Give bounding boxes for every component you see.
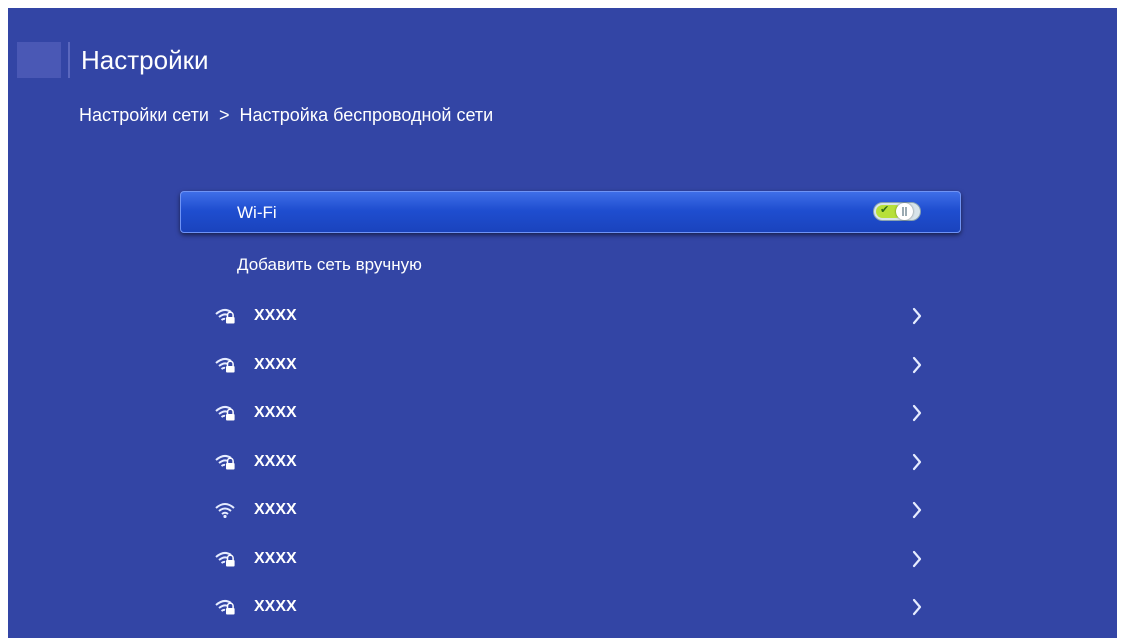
wifi-lock-icon bbox=[215, 551, 235, 567]
chevron-right-icon bbox=[912, 307, 922, 325]
network-name: XXXX bbox=[254, 598, 297, 615]
wifi-lock-icon bbox=[215, 357, 235, 373]
wifi-lock-icon bbox=[215, 599, 235, 615]
settings-screen: Настройки Настройки сети > Настройка беспр… bbox=[8, 8, 1117, 638]
wifi-icon bbox=[215, 503, 235, 518]
chevron-right-icon bbox=[912, 550, 922, 568]
network-row[interactable]: XXXX bbox=[208, 351, 928, 381]
network-name: XXXX bbox=[254, 404, 297, 421]
network-row[interactable]: XXXX bbox=[208, 399, 928, 429]
chevron-right-icon bbox=[912, 404, 922, 422]
network-name: XXXX bbox=[254, 356, 297, 373]
network-row[interactable]: XXXX bbox=[208, 302, 928, 332]
network-row[interactable]: XXXX bbox=[208, 593, 928, 623]
network-list: XXXX XXXX XXXX XXXX XXXX XXXX XXXX bbox=[8, 8, 1117, 638]
network-row[interactable]: XXXX bbox=[208, 545, 928, 575]
wifi-lock-icon bbox=[215, 405, 235, 421]
network-name: XXXX bbox=[254, 453, 297, 470]
chevron-right-icon bbox=[912, 453, 922, 471]
wifi-lock-icon bbox=[215, 454, 235, 470]
wifi-lock-icon bbox=[215, 308, 235, 324]
chevron-right-icon bbox=[912, 501, 922, 519]
chevron-right-icon bbox=[912, 356, 922, 374]
network-name: XXXX bbox=[254, 307, 297, 324]
network-name: XXXX bbox=[254, 550, 297, 567]
network-row[interactable]: XXXX bbox=[208, 496, 928, 526]
network-row[interactable]: XXXX bbox=[208, 448, 928, 478]
network-name: XXXX bbox=[254, 501, 297, 518]
chevron-right-icon bbox=[912, 598, 922, 616]
